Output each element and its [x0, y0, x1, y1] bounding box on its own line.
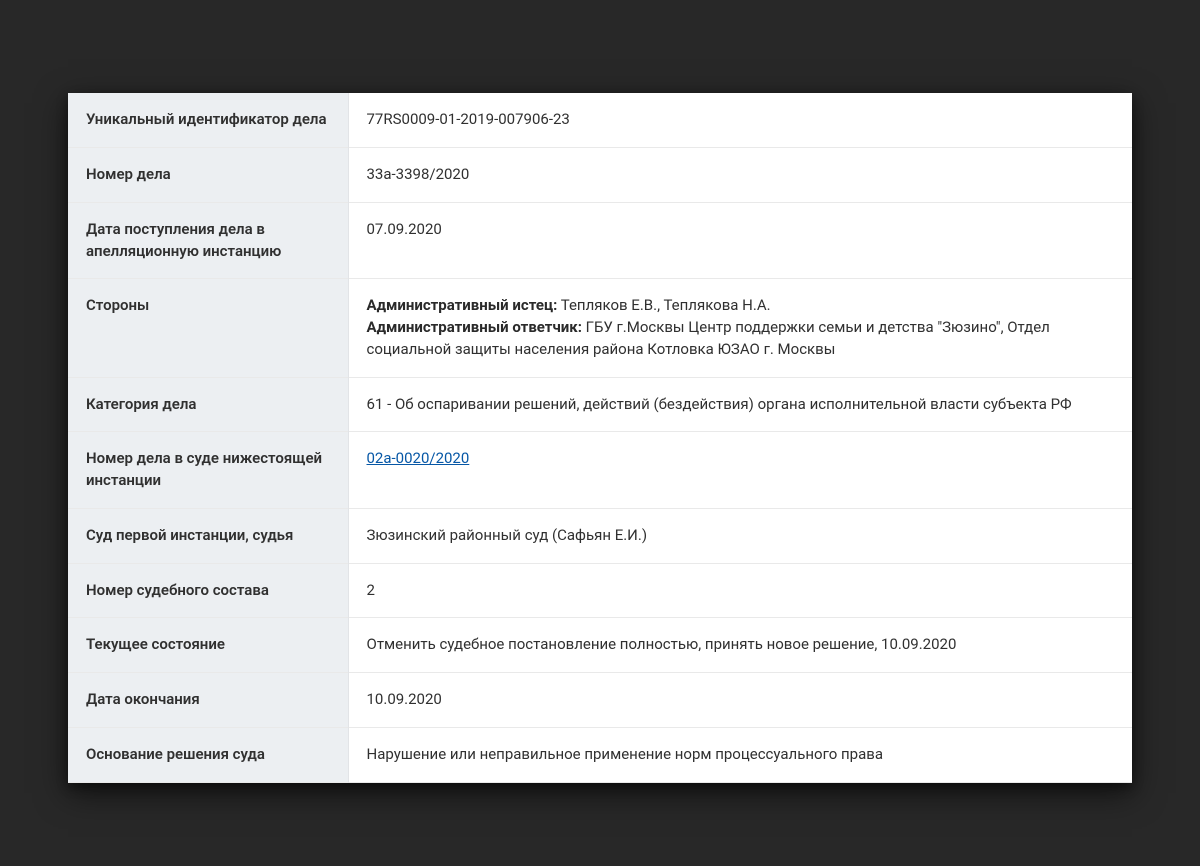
field-label: Текущее состояние [68, 618, 348, 673]
field-value: 07.09.2020 [348, 202, 1132, 279]
field-value: 33а-3398/2020 [348, 148, 1132, 203]
table-row: Суд первой инстанции, судья Зюзинский ра… [68, 508, 1132, 563]
field-label: Дата поступления дела в апелляционную ин… [68, 202, 348, 279]
table-row: Номер судебного состава 2 [68, 563, 1132, 618]
field-value: 2 [348, 563, 1132, 618]
table-row: Дата окончания 10.09.2020 [68, 673, 1132, 728]
party-role: Административный истец: [367, 296, 558, 314]
case-details-table: Уникальный идентификатор дела 77RS0009-0… [68, 93, 1132, 782]
field-label: Дата окончания [68, 673, 348, 728]
table-row: Номер дела 33а-3398/2020 [68, 148, 1132, 203]
field-label: Номер дела в суде нижестоящей инстанции [68, 432, 348, 509]
field-label: Суд первой инстанции, судья [68, 508, 348, 563]
field-value-parties: Административный истец: Тепляков Е.В., Т… [348, 279, 1132, 377]
field-label: Номер дела [68, 148, 348, 203]
party-names: Тепляков Е.В., Теплякова Н.А. [561, 296, 771, 314]
table-row: Основание решения суда Нарушение или неп… [68, 727, 1132, 782]
field-value: 02а-0020/2020 [348, 432, 1132, 509]
field-label: Стороны [68, 279, 348, 377]
field-value: Нарушение или неправильное применение но… [348, 727, 1132, 782]
field-label: Уникальный идентификатор дела [68, 93, 348, 147]
field-value: Отменить судебное постановление полность… [348, 618, 1132, 673]
table-row: Номер дела в суде нижестоящей инстанции … [68, 432, 1132, 509]
field-label: Категория дела [68, 377, 348, 432]
field-label: Основание решения суда [68, 727, 348, 782]
party-role: Административный ответчик: [367, 318, 582, 336]
table-row: Текущее состояние Отменить судебное пост… [68, 618, 1132, 673]
field-value: Зюзинский районный суд (Сафьян Е.И.) [348, 508, 1132, 563]
field-label: Номер судебного состава [68, 563, 348, 618]
case-details-card: Уникальный идентификатор дела 77RS0009-0… [68, 93, 1132, 782]
field-value: 77RS0009-01-2019-007906-23 [348, 93, 1132, 147]
table-row: Категория дела 61 - Об оспаривании решен… [68, 377, 1132, 432]
field-value: 61 - Об оспаривании решений, действий (б… [348, 377, 1132, 432]
table-row: Стороны Административный истец: Тепляков… [68, 279, 1132, 377]
field-value: 10.09.2020 [348, 673, 1132, 728]
lower-court-case-link[interactable]: 02а-0020/2020 [367, 449, 470, 467]
table-row: Дата поступления дела в апелляционную ин… [68, 202, 1132, 279]
table-row: Уникальный идентификатор дела 77RS0009-0… [68, 93, 1132, 147]
